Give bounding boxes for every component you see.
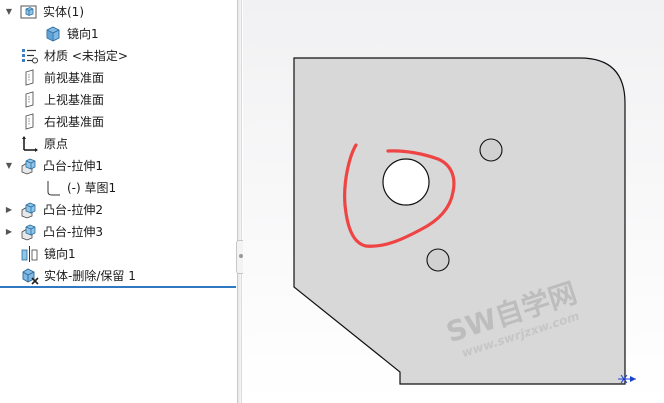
material-icon bbox=[22, 49, 38, 64]
graphics-area[interactable]: SW自学网 www.swrjzxw.com bbox=[243, 0, 664, 403]
large-hole[interactable] bbox=[382, 158, 430, 206]
feature-manager-tree: ▼ 实体(1) 镜向1 材质 <未指定> 前视基准面 上视基准面 右视基准面 原… bbox=[0, 0, 237, 403]
tree-item-label: 材质 <未指定> bbox=[44, 49, 128, 63]
tree-item-front-plane[interactable]: 前视基准面 bbox=[21, 67, 104, 89]
tree-item-mirror-feature[interactable]: 镜向1 bbox=[21, 243, 76, 265]
collapse-arrow-icon[interactable]: ▼ bbox=[4, 7, 14, 16]
tree-item-boss-extrude-3[interactable]: ▶ 凸台-拉伸3 bbox=[4, 221, 103, 243]
tree-item-label: 实体(1) bbox=[43, 5, 84, 19]
solidworks-window: ▼ 实体(1) 镜向1 材质 <未指定> 前视基准面 上视基准面 右视基准面 原… bbox=[0, 0, 664, 403]
solid-bodies-folder-icon bbox=[20, 5, 37, 19]
tree-item-label: 前视基准面 bbox=[44, 71, 105, 85]
sketch-icon bbox=[47, 181, 60, 196]
body-cube-icon bbox=[46, 26, 60, 42]
tree-item-label: 凸台-拉伸2 bbox=[43, 203, 103, 217]
tree-item-solid-bodies[interactable]: ▼ 实体(1) bbox=[4, 1, 84, 23]
tree-item-label: 上视基准面 bbox=[44, 93, 105, 107]
tree-item-label: 右视基准面 bbox=[44, 115, 105, 129]
delete-body-icon bbox=[22, 268, 39, 285]
rollback-bar[interactable] bbox=[0, 286, 236, 288]
tree-item-label: 镜向1 bbox=[67, 27, 99, 41]
tree-item-label: (-) 草图1 bbox=[67, 181, 117, 195]
tree-item-origin[interactable]: 原点 bbox=[21, 133, 68, 155]
plane-icon bbox=[25, 69, 34, 86]
tree-item-boss-extrude-2[interactable]: ▶ 凸台-拉伸2 bbox=[4, 199, 103, 221]
tree-item-mirror-body[interactable]: 镜向1 bbox=[44, 23, 99, 45]
boss-extrude-icon bbox=[21, 158, 36, 175]
plane-icon bbox=[25, 113, 34, 130]
tree-item-label: 凸台-拉伸1 bbox=[43, 159, 103, 173]
tree-item-top-plane[interactable]: 上视基准面 bbox=[21, 89, 104, 111]
tree-item-label: 原点 bbox=[44, 137, 69, 151]
expand-arrow-icon[interactable]: ▶ bbox=[4, 227, 14, 236]
tree-item-label: 凸台-拉伸3 bbox=[43, 225, 103, 239]
small-hole-top[interactable] bbox=[479, 138, 503, 162]
boss-extrude-icon bbox=[21, 202, 36, 219]
boss-extrude-icon bbox=[21, 224, 36, 241]
tree-item-sketch-1[interactable]: (-) 草图1 bbox=[44, 177, 116, 199]
model-canvas: SW自学网 www.swrjzxw.com bbox=[293, 57, 636, 385]
mirror-icon bbox=[21, 246, 38, 262]
expand-arrow-icon[interactable]: ▶ bbox=[4, 205, 14, 214]
tree-item-right-plane[interactable]: 右视基准面 bbox=[21, 111, 104, 133]
tree-item-material[interactable]: 材质 <未指定> bbox=[21, 45, 128, 67]
origin-icon bbox=[22, 136, 38, 152]
tree-item-delete-keep-body[interactable]: 实体-删除/保留 1 bbox=[21, 265, 136, 287]
plane-icon bbox=[25, 91, 34, 108]
tree-item-boss-extrude-1[interactable]: ▼ 凸台-拉伸1 bbox=[4, 155, 103, 177]
panel-divider bbox=[237, 0, 242, 403]
small-hole-bottom[interactable] bbox=[426, 248, 450, 272]
collapse-arrow-icon[interactable]: ▼ bbox=[4, 161, 14, 170]
tree-item-label: 实体-删除/保留 1 bbox=[44, 269, 136, 283]
tree-item-label: 镜向1 bbox=[44, 247, 76, 261]
